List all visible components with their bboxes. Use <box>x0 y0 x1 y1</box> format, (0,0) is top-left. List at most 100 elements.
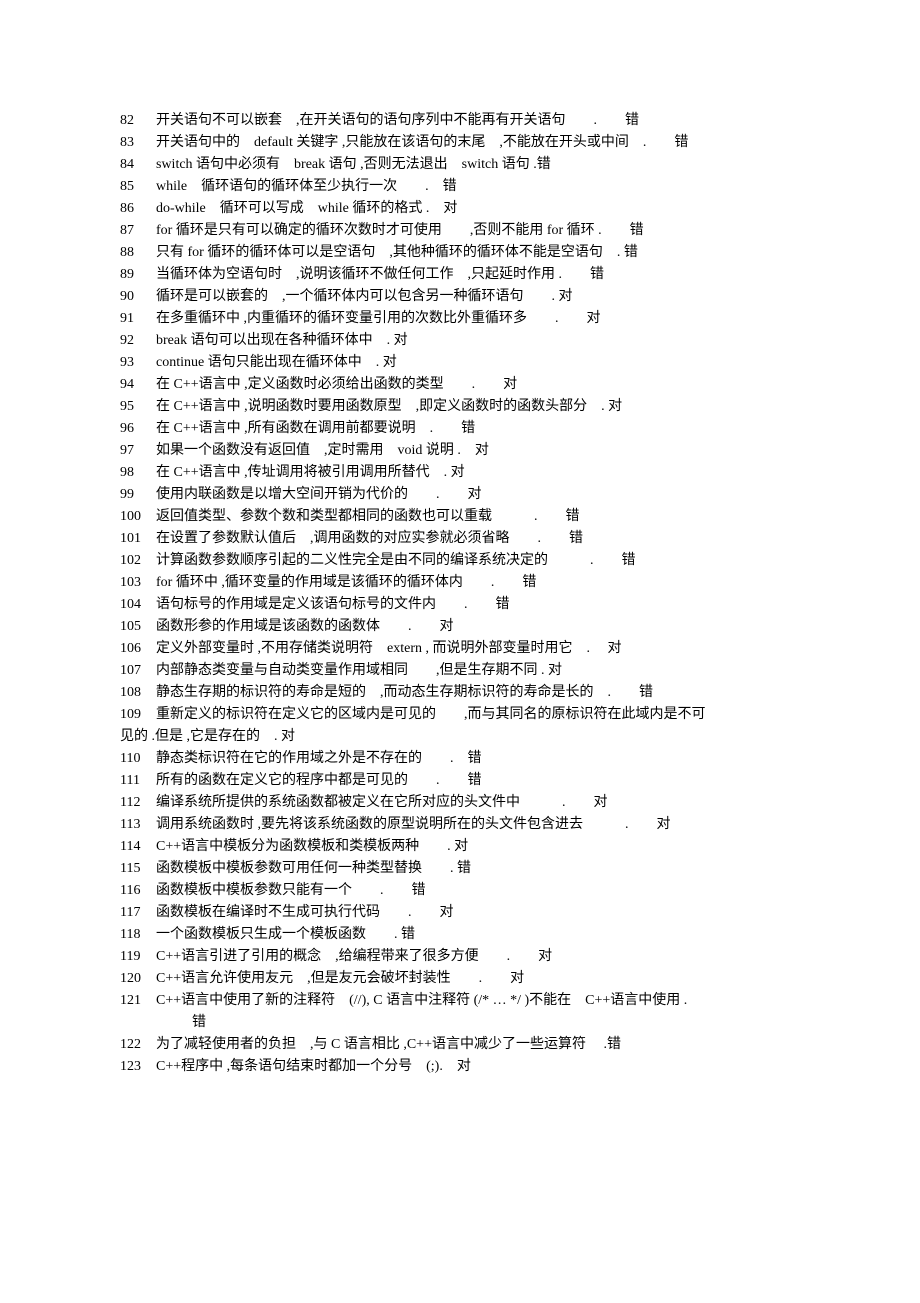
question-text: 在 C++语言中 ,所有函数在调用前都要说明 . 错 <box>156 418 800 440</box>
question-text: 在 C++语言中 ,说明函数时要用函数原型 ,即定义函数时的函数头部分 . 对 <box>156 396 800 418</box>
question-line: 错 <box>120 1012 800 1034</box>
question-line: 120C++语言允许使用友元 ,但是友元会破坏封装性 . 对 <box>120 968 800 990</box>
question-number: 121 <box>120 990 156 1012</box>
question-text: for 循环是只有可以确定的循环次数时才可使用 ,否则不能用 for 循环 . … <box>156 220 800 242</box>
question-text: 函数模板中模板参数可用任何一种类型替换 . 错 <box>156 858 800 880</box>
question-text: 如果一个函数没有返回值 ,定时需用 void 说明 . 对 <box>156 440 800 462</box>
question-number: 107 <box>120 660 156 682</box>
question-number: 101 <box>120 528 156 550</box>
question-text: 重新定义的标识符在定义它的区域内是可见的 ,而与其同名的原标识符在此域内是不可 <box>156 704 800 726</box>
question-text: 为了减轻使用者的负担 ,与 C 语言相比 ,C++语言中减少了一些运算符 .错 <box>156 1034 800 1056</box>
question-line: 92break 语句可以出现在各种循环体中 . 对 <box>120 330 800 352</box>
question-number: 92 <box>120 330 156 352</box>
question-line: 109重新定义的标识符在定义它的区域内是可见的 ,而与其同名的原标识符在此域内是… <box>120 704 800 726</box>
question-number: 83 <box>120 132 156 154</box>
question-line: 96在 C++语言中 ,所有函数在调用前都要说明 . 错 <box>120 418 800 440</box>
question-text: 返回值类型、参数个数和类型都相同的函数也可以重载 . 错 <box>156 506 800 528</box>
question-line: 83开关语句中的 default 关键字 ,只能放在该语句的末尾 ,不能放在开头… <box>120 132 800 154</box>
question-text: 内部静态类变量与自动类变量作用域相同 ,但是生存期不同 . 对 <box>156 660 800 682</box>
question-text: switch 语句中必须有 break 语句 ,否则无法退出 switch 语句… <box>156 154 800 176</box>
question-line: 86do-while 循环可以写成 while 循环的格式 . 对 <box>120 198 800 220</box>
question-number: 110 <box>120 748 156 770</box>
question-number: 87 <box>120 220 156 242</box>
question-text: 一个函数模板只生成一个模板函数 . 错 <box>156 924 800 946</box>
question-line: 111所有的函数在定义它的程序中都是可见的 . 错 <box>120 770 800 792</box>
question-text: break 语句可以出现在各种循环体中 . 对 <box>156 330 800 352</box>
question-number: 112 <box>120 792 156 814</box>
document-page: 82开关语句不可以嵌套 ,在开关语句的语句序列中不能再有开关语句 . 错83开关… <box>0 0 920 1158</box>
question-text: 函数模板中模板参数只能有一个 . 错 <box>156 880 800 902</box>
question-text: continue 语句只能出现在循环体中 . 对 <box>156 352 800 374</box>
question-line: 110静态类标识符在它的作用域之外是不存在的 . 错 <box>120 748 800 770</box>
question-text: C++程序中 ,每条语句结束时都加一个分号 (;). 对 <box>156 1056 800 1078</box>
question-line: 116函数模板中模板参数只能有一个 . 错 <box>120 880 800 902</box>
question-text: C++语言允许使用友元 ,但是友元会破坏封装性 . 对 <box>156 968 800 990</box>
question-number: 91 <box>120 308 156 330</box>
question-line: 见的 .但是 ,它是存在的 . 对 <box>120 726 800 748</box>
question-text: 静态生存期的标识符的寿命是短的 ,而动态生存期标识符的寿命是长的 . 错 <box>156 682 800 704</box>
question-text: 静态类标识符在它的作用域之外是不存在的 . 错 <box>156 748 800 770</box>
question-line: 112编译系统所提供的系统函数都被定义在它所对应的头文件中 . 对 <box>120 792 800 814</box>
question-line: 84switch 语句中必须有 break 语句 ,否则无法退出 switch … <box>120 154 800 176</box>
question-number: 88 <box>120 242 156 264</box>
question-number: 120 <box>120 968 156 990</box>
question-number: 119 <box>120 946 156 968</box>
question-number: 116 <box>120 880 156 902</box>
question-text: 函数形参的作用域是该函数的函数体 . 对 <box>156 616 800 638</box>
question-line: 122为了减轻使用者的负担 ,与 C 语言相比 ,C++语言中减少了一些运算符 … <box>120 1034 800 1056</box>
question-number: 105 <box>120 616 156 638</box>
question-number: 89 <box>120 264 156 286</box>
question-text: 循环是可以嵌套的 ,一个循环体内可以包含另一种循环语句 . 对 <box>156 286 800 308</box>
question-text: 当循环体为空语句时 ,说明该循环不做任何工作 ,只起延时作用 . 错 <box>156 264 800 286</box>
question-line: 82开关语句不可以嵌套 ,在开关语句的语句序列中不能再有开关语句 . 错 <box>120 110 800 132</box>
question-text: 计算函数参数顺序引起的二义性完全是由不同的编译系统决定的 . 错 <box>156 550 800 572</box>
question-line: 104语句标号的作用域是定义该语句标号的文件内 . 错 <box>120 594 800 616</box>
question-text: C++语言引进了引用的概念 ,给编程带来了很多方便 . 对 <box>156 946 800 968</box>
question-line: 121C++语言中使用了新的注释符 (//), C 语言中注释符 (/* … *… <box>120 990 800 1012</box>
question-text: 在多重循环中 ,内重循环的循环变量引用的次数比外重循环多 . 对 <box>156 308 800 330</box>
question-number: 95 <box>120 396 156 418</box>
question-line: 102计算函数参数顺序引起的二义性完全是由不同的编译系统决定的 . 错 <box>120 550 800 572</box>
question-text: 函数模板在编译时不生成可执行代码 . 对 <box>156 902 800 924</box>
question-number: 97 <box>120 440 156 462</box>
question-text: C++语言中模板分为函数模板和类模板两种 . 对 <box>156 836 800 858</box>
question-list: 82开关语句不可以嵌套 ,在开关语句的语句序列中不能再有开关语句 . 错83开关… <box>120 110 800 1078</box>
question-number: 104 <box>120 594 156 616</box>
question-number: 103 <box>120 572 156 594</box>
question-line: 91在多重循环中 ,内重循环的循环变量引用的次数比外重循环多 . 对 <box>120 308 800 330</box>
question-number: 93 <box>120 352 156 374</box>
question-line: 90循环是可以嵌套的 ,一个循环体内可以包含另一种循环语句 . 对 <box>120 286 800 308</box>
question-text: 所有的函数在定义它的程序中都是可见的 . 错 <box>156 770 800 792</box>
question-text: 开关语句中的 default 关键字 ,只能放在该语句的末尾 ,不能放在开头或中… <box>156 132 800 154</box>
question-number: 102 <box>120 550 156 572</box>
question-line: 101在设置了参数默认值后 ,调用函数的对应实参就必须省略 . 错 <box>120 528 800 550</box>
question-text: 编译系统所提供的系统函数都被定义在它所对应的头文件中 . 对 <box>156 792 800 814</box>
question-number: 113 <box>120 814 156 836</box>
question-line: 114C++语言中模板分为函数模板和类模板两种 . 对 <box>120 836 800 858</box>
question-line: 117函数模板在编译时不生成可执行代码 . 对 <box>120 902 800 924</box>
question-line: 113调用系统函数时 ,要先将该系统函数的原型说明所在的头文件包含进去 . 对 <box>120 814 800 836</box>
question-number: 122 <box>120 1034 156 1056</box>
question-number: 98 <box>120 462 156 484</box>
question-number: 115 <box>120 858 156 880</box>
question-line: 93continue 语句只能出现在循环体中 . 对 <box>120 352 800 374</box>
question-line: 94在 C++语言中 ,定义函数时必须给出函数的类型 . 对 <box>120 374 800 396</box>
question-number: 109 <box>120 704 156 726</box>
question-number: 117 <box>120 902 156 924</box>
question-line: 123C++程序中 ,每条语句结束时都加一个分号 (;). 对 <box>120 1056 800 1078</box>
question-number: 86 <box>120 198 156 220</box>
question-text: 调用系统函数时 ,要先将该系统函数的原型说明所在的头文件包含进去 . 对 <box>156 814 800 836</box>
question-text: 在设置了参数默认值后 ,调用函数的对应实参就必须省略 . 错 <box>156 528 800 550</box>
question-line: 119C++语言引进了引用的概念 ,给编程带来了很多方便 . 对 <box>120 946 800 968</box>
question-text: while 循环语句的循环体至少执行一次 . 错 <box>156 176 800 198</box>
question-text: 开关语句不可以嵌套 ,在开关语句的语句序列中不能再有开关语句 . 错 <box>156 110 800 132</box>
question-line: 106定义外部变量时 ,不用存储类说明符 extern , 而说明外部变量时用它… <box>120 638 800 660</box>
question-line: 89当循环体为空语句时 ,说明该循环不做任何工作 ,只起延时作用 . 错 <box>120 264 800 286</box>
question-number: 118 <box>120 924 156 946</box>
question-text: 定义外部变量时 ,不用存储类说明符 extern , 而说明外部变量时用它 . … <box>156 638 800 660</box>
question-number: 106 <box>120 638 156 660</box>
question-number: 100 <box>120 506 156 528</box>
question-line: 99使用内联函数是以增大空间开销为代价的 . 对 <box>120 484 800 506</box>
question-line: 88只有 for 循环的循环体可以是空语句 ,其他种循环的循环体不能是空语句 .… <box>120 242 800 264</box>
question-line: 95在 C++语言中 ,说明函数时要用函数原型 ,即定义函数时的函数头部分 . … <box>120 396 800 418</box>
